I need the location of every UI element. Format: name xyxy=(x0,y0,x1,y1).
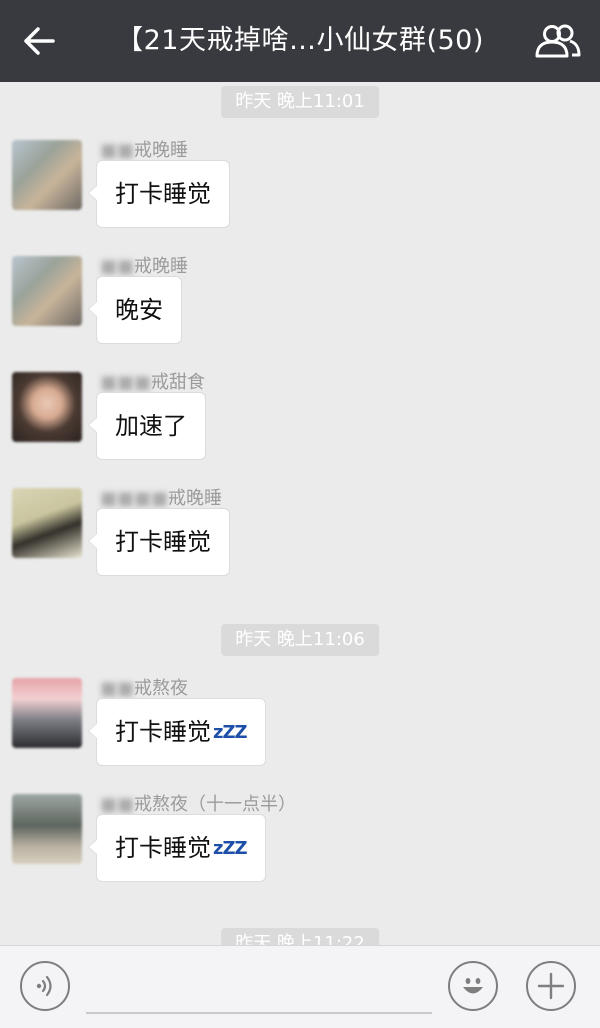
chat-header: 【21天戒掉啥…小仙女群(50) xyxy=(0,0,600,82)
message-text: 打卡睡觉 xyxy=(115,528,211,556)
message-item: ■■戒熬夜 打卡睡觉 zZZ xyxy=(0,678,600,788)
sender-name: ■■戒晚睡 xyxy=(100,256,189,277)
plus-icon xyxy=(537,972,565,1000)
voice-button[interactable] xyxy=(20,961,70,1011)
message-text: 打卡睡觉 xyxy=(115,834,211,862)
message-text: 加速了 xyxy=(115,412,187,440)
avatar[interactable] xyxy=(12,678,82,748)
message-text: 晚安 xyxy=(115,296,163,324)
emoji-button[interactable] xyxy=(448,961,498,1011)
timestamp-badge: 昨天 晚上11:01 xyxy=(221,86,379,118)
emoji-icon xyxy=(463,978,483,994)
avatar[interactable] xyxy=(12,372,82,442)
sleep-zzz-emoji: zZZ xyxy=(213,722,248,743)
back-arrow-icon xyxy=(24,27,55,55)
avatar[interactable] xyxy=(12,256,82,326)
voice-input-icon xyxy=(36,975,52,997)
sender-name: ■■戒熬夜 xyxy=(100,678,189,699)
message-item: ■■■戒甜食 加速了 xyxy=(0,372,600,482)
avatar[interactable] xyxy=(12,140,82,210)
message-bubble[interactable]: 晚安 xyxy=(88,276,182,344)
message-item: ■■戒晚睡 打卡睡觉 xyxy=(0,140,600,250)
message-bubble[interactable]: 加速了 xyxy=(88,392,206,460)
sender-name: ■■■■戒晚睡 xyxy=(100,488,223,509)
message-bubble[interactable]: 打卡睡觉 xyxy=(88,508,230,576)
avatar[interactable] xyxy=(12,794,82,864)
message-input[interactable] xyxy=(86,960,432,1014)
message-item: ■■戒晚睡 晚安 xyxy=(0,256,600,366)
avatar[interactable] xyxy=(12,488,82,558)
message-bubble[interactable]: 打卡睡觉 xyxy=(88,160,230,228)
sleep-zzz-emoji: zZZ xyxy=(213,838,248,859)
more-button[interactable] xyxy=(526,961,576,1011)
sender-name: ■■戒晚睡 xyxy=(100,140,189,161)
group-members-button[interactable] xyxy=(530,16,586,66)
message-bubble[interactable]: 打卡睡觉 zZZ xyxy=(88,698,266,766)
chat-title: 【21天戒掉啥…小仙女群(50) xyxy=(116,25,484,56)
message-item: ■■■■戒晚睡 打卡睡觉 xyxy=(0,488,600,598)
sender-name: ■■■戒甜食 xyxy=(100,372,206,393)
message-item: ■■戒熬夜（十一点半） 打卡睡觉 zZZ xyxy=(0,794,600,904)
input-bar xyxy=(0,945,600,1028)
message-bubble[interactable]: 打卡睡觉 zZZ xyxy=(88,814,266,882)
group-members-icon xyxy=(535,24,581,58)
message-text: 打卡睡觉 xyxy=(115,718,211,746)
sender-name: ■■戒熬夜（十一点半） xyxy=(100,794,297,815)
timestamp-badge: 昨天 晚上11:06 xyxy=(221,624,379,656)
back-button[interactable] xyxy=(14,16,64,66)
timestamp-badge: 昨天 晚上11:22 xyxy=(221,928,379,945)
message-text: 打卡睡觉 xyxy=(115,180,211,208)
message-list[interactable]: 昨天 晚上11:01 ■■戒晚睡 打卡睡觉 ■■戒晚睡 晚安 ■■■戒甜食 加速… xyxy=(0,82,600,945)
